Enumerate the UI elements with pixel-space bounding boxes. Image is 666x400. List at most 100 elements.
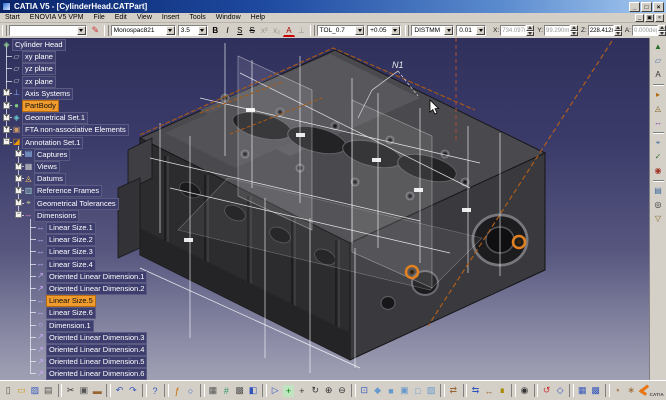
wireframe-view-icon[interactable]: □ — [412, 384, 424, 398]
tree-item-linear-size-4[interactable]: ↔Linear Size.4 — [0, 258, 220, 270]
product-structure-icon[interactable]: # — [220, 384, 232, 398]
tree-item-label[interactable]: Oriented Linear Dimension.4 — [46, 344, 147, 356]
menu-view[interactable]: View — [132, 14, 157, 21]
tree-item-label[interactable]: Oriented Linear Dimension.3 — [46, 332, 147, 344]
y-stepper[interactable] — [570, 25, 578, 36]
undo-icon[interactable]: ↶ — [113, 384, 125, 398]
swap-space-icon[interactable]: ⇆ — [469, 384, 481, 398]
x-stepper[interactable] — [526, 25, 534, 36]
chevron-down-icon[interactable] — [166, 26, 175, 35]
menu-tools[interactable]: Tools — [184, 14, 210, 21]
tree-item-cylinder-head[interactable]: ◈Cylinder Head — [0, 38, 220, 50]
toolbar-handle[interactable] — [405, 25, 410, 36]
minimize-button[interactable]: _ — [629, 2, 640, 12]
tree-item-xy-plane[interactable]: ▱xy plane — [0, 50, 220, 62]
lock-icon[interactable]: ∎ — [496, 384, 508, 398]
subscript-button[interactable]: x₂ — [271, 25, 282, 37]
menu-help[interactable]: Help — [246, 14, 270, 21]
tree-item-label[interactable]: Dimension.1 — [46, 320, 94, 332]
zoom-out-icon[interactable]: ⊖ — [336, 384, 348, 398]
tree-item-zx-plane[interactable]: ▱zx plane — [0, 75, 220, 87]
tree-item-dimensions[interactable]: −↔Dimensions — [0, 209, 220, 221]
tree-item-partbody[interactable]: +●PartBody — [0, 99, 220, 111]
tree-item-label[interactable]: Captures — [34, 149, 70, 161]
menu-start[interactable]: Start — [0, 14, 25, 21]
camera-tool-icon[interactable]: ◎ — [652, 198, 665, 211]
tree-item-label[interactable]: Geometrical Tolerances — [34, 198, 119, 210]
paintbrush-icon[interactable]: ✎ — [89, 25, 102, 37]
chevron-down-icon[interactable] — [198, 26, 207, 35]
menu-window[interactable]: Window — [211, 14, 246, 21]
a-field[interactable]: 0.000deg — [632, 25, 658, 36]
work-support-icon[interactable]: ▩ — [589, 384, 601, 398]
exchange-icon[interactable]: ⇄ — [447, 384, 459, 398]
chevron-down-icon[interactable] — [77, 26, 86, 35]
annotation-plane-icon[interactable]: ▱ — [652, 54, 665, 67]
bold-button[interactable]: B — [210, 25, 221, 37]
save-icon[interactable]: ▨ — [29, 384, 41, 398]
tree-item-geometrical-set-1[interactable]: +◈Geometrical Set.1 — [0, 111, 220, 123]
text-note-icon[interactable]: A — [652, 68, 665, 81]
tree-item-label[interactable]: xy plane — [22, 51, 56, 63]
dimension-precision-combo[interactable]: 0.01 — [456, 25, 486, 36]
3d-viewport[interactable]: N1 ◈Cylinder Head▱xy plane▱yz plane▱zx p… — [0, 38, 649, 380]
doc-close-button[interactable]: × — [655, 14, 664, 22]
zoom-in-icon[interactable]: ⊕ — [322, 384, 334, 398]
capture-tool-icon[interactable]: ▤ — [652, 184, 665, 197]
tree-item-label[interactable]: Linear Size.2 — [46, 234, 96, 246]
update-icon[interactable]: ↺ — [540, 384, 552, 398]
tree-item-label[interactable]: Linear Size.4 — [46, 259, 96, 271]
toolbar-handle[interactable] — [310, 25, 315, 36]
expand-icon[interactable]: + — [15, 175, 22, 182]
expand-icon[interactable]: + — [15, 187, 22, 194]
close-button[interactable]: × — [653, 2, 664, 12]
tree-item-linear-size-2[interactable]: ↔Linear Size.2 — [0, 233, 220, 245]
paste-icon[interactable]: ▬ — [91, 384, 103, 398]
design-table-icon[interactable]: ▦ — [207, 384, 219, 398]
open-icon[interactable]: ▭ — [15, 384, 27, 398]
datum-feature-icon[interactable]: ◬ — [652, 102, 665, 115]
font-color-button[interactable]: A — [283, 25, 294, 37]
flag-note-icon[interactable]: ▸ — [652, 88, 665, 101]
menu-edit[interactable]: Edit — [110, 14, 132, 21]
chevron-down-icon[interactable] — [355, 26, 364, 35]
tree-item-captures[interactable]: +▤Captures — [0, 148, 220, 160]
doc-minimize-button[interactable]: _ — [635, 14, 644, 22]
pan-icon[interactable]: + — [296, 384, 308, 398]
tree-item-label[interactable]: Oriented Linear Dimension.2 — [46, 283, 147, 295]
collapse-icon[interactable]: − — [15, 211, 22, 218]
tree-item-label[interactable]: Linear Size.3 — [46, 246, 96, 258]
tree-item-linear-size-1[interactable]: ↔Linear Size.1 — [0, 221, 220, 233]
tree-item-label[interactable]: Oriented Linear Dimension.5 — [46, 356, 147, 368]
expand-icon[interactable]: + — [15, 199, 22, 206]
search-icon[interactable]: ○ — [184, 384, 196, 398]
tree-item-linear-size-3[interactable]: ↔Linear Size.3 — [0, 245, 220, 257]
z-field[interactable]: 228.412m — [588, 25, 614, 36]
tree-item-label[interactable]: FTA non-associative Elements — [22, 124, 129, 136]
underline-button[interactable]: S — [234, 25, 245, 37]
tree-item-oriented-linear-dimension-1[interactable]: ↗Oriented Linear Dimension.1 — [0, 270, 220, 282]
tree-item-label[interactable]: Linear Size.5 — [46, 295, 96, 307]
redo-icon[interactable]: ↷ — [127, 384, 139, 398]
superscript-button[interactable]: x² — [259, 25, 270, 37]
font-family-combo[interactable]: Monospac821 — [111, 25, 176, 36]
style-combo[interactable] — [9, 25, 87, 36]
tree-item-oriented-linear-dimension-5[interactable]: ↗Oriented Linear Dimension.5 — [0, 355, 220, 367]
select-tool-icon[interactable]: ▲ — [652, 40, 665, 53]
expand-icon[interactable]: + — [3, 102, 10, 109]
shaded-view-icon[interactable]: ■ — [385, 384, 397, 398]
expand-icon[interactable]: + — [15, 163, 22, 170]
tree-item-label[interactable]: Cylinder Head — [12, 39, 66, 51]
roughness-symbol-icon[interactable]: ✓ — [652, 150, 665, 163]
expand-icon[interactable]: + — [3, 114, 10, 121]
tree-item-fta-non-associative-elements[interactable]: +▣FTA non-associative Elements — [0, 123, 220, 135]
custom-view-icon[interactable]: ▨ — [425, 384, 437, 398]
tree-item-annotation-set-1[interactable]: −◪Annotation Set.1 — [0, 136, 220, 148]
strikethrough-button[interactable]: S — [246, 25, 257, 37]
expand-icon[interactable]: + — [15, 150, 22, 157]
measure-icon[interactable]: ↔ — [483, 384, 495, 398]
tree-item-linear-size-5[interactable]: ↔Linear Size.5 — [0, 294, 220, 306]
snap-point-icon[interactable]: ⋆ — [612, 384, 624, 398]
snap-element-icon[interactable]: ∗ — [625, 384, 637, 398]
expand-icon[interactable]: + — [3, 126, 10, 133]
